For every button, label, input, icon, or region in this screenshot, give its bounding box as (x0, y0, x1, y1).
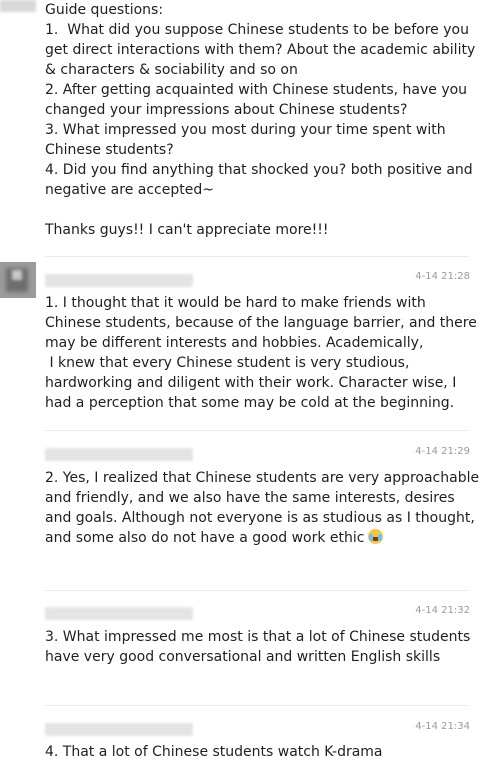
reply-divider (45, 705, 469, 706)
reply-divider (45, 256, 469, 257)
reply-text: 1. I thought that it would be hard to ma… (45, 295, 477, 411)
reply-author-name[interactable] (45, 274, 193, 287)
reply-author-name[interactable] (45, 723, 193, 736)
reply-text: 3. What impressed me most is that a lot … (45, 629, 475, 665)
reply-text-content: 2. Yes, I realized that Chinese students… (45, 470, 484, 546)
poster-avatar[interactable] (0, 0, 36, 12)
reply-timestamp: 4-14 21:29 (415, 446, 470, 457)
reply-timestamp: 4-14 21:28 (415, 271, 470, 282)
reply-author-name[interactable] (45, 448, 193, 461)
reply-author-name[interactable] (45, 607, 193, 620)
replier-avatar[interactable] (0, 262, 36, 298)
reply-divider (45, 430, 469, 431)
reply-timestamp: 4-14 21:32 (415, 605, 470, 616)
reply-text: 2. Yes, I realized that Chinese students… (45, 468, 485, 548)
reply-text: 4. That a lot of Chinese students watch … (45, 744, 383, 760)
tears-of-joy-emoji-icon (368, 529, 384, 544)
reply-timestamp: 4-14 21:34 (415, 721, 470, 732)
reply-divider (45, 590, 469, 591)
post-body: Guide questions: 1. What did you suppose… (45, 2, 476, 238)
